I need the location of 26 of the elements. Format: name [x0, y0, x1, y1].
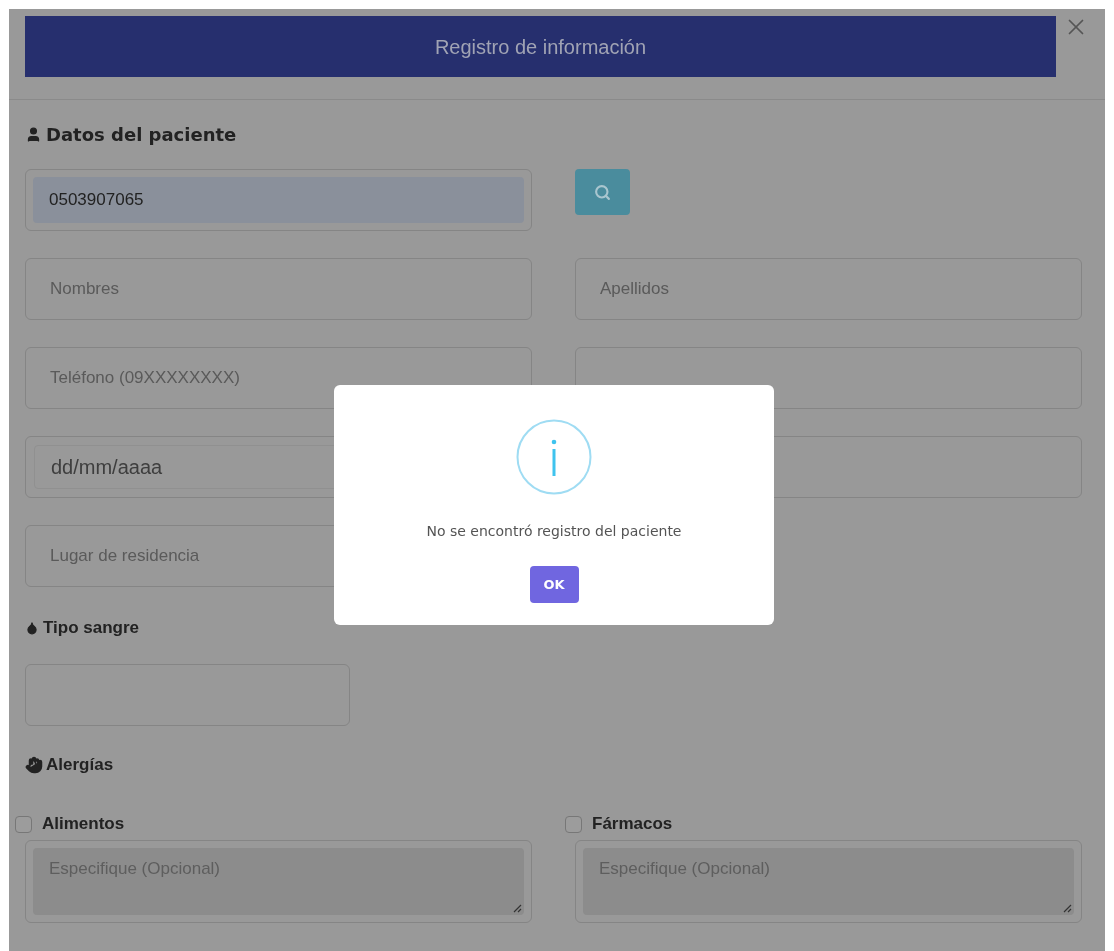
checkbox-label: Fármacos [592, 813, 673, 836]
window-title: Registro de información [25, 16, 1056, 77]
input-field[interactable]: Apellidos [575, 258, 1082, 320]
hand-icon [25, 756, 43, 774]
user-icon [25, 125, 42, 143]
section-heading: Tipo sangre [43, 617, 140, 640]
placeholder: Lugar de residencia [50, 545, 200, 568]
date-value: dd/mm/aaaa [51, 455, 163, 480]
section-heading: Datos del paciente [46, 122, 237, 147]
id-value: 0503907065 [49, 189, 144, 212]
id-field[interactable]: 0503907065 [25, 169, 532, 231]
placeholder: Apellidos [600, 278, 669, 301]
resize-handle-icon[interactable] [512, 903, 522, 913]
resize-handle-icon[interactable] [1062, 903, 1072, 913]
checkbox[interactable] [565, 815, 582, 833]
ok-button[interactable]: OK [529, 566, 579, 603]
placeholder: Nombres [50, 278, 119, 301]
drop-icon [25, 621, 39, 635]
checkbox[interactable] [15, 815, 32, 833]
search-icon [594, 183, 611, 201]
placeholder: Teléfono (09XXXXXXXX) [50, 367, 240, 390]
search-button[interactable] [575, 169, 630, 215]
section-heading: Alergías [46, 754, 114, 777]
info-icon [516, 419, 592, 495]
input-field[interactable]: Nombres [25, 258, 532, 320]
checkbox-label: Alimentos [42, 813, 125, 836]
